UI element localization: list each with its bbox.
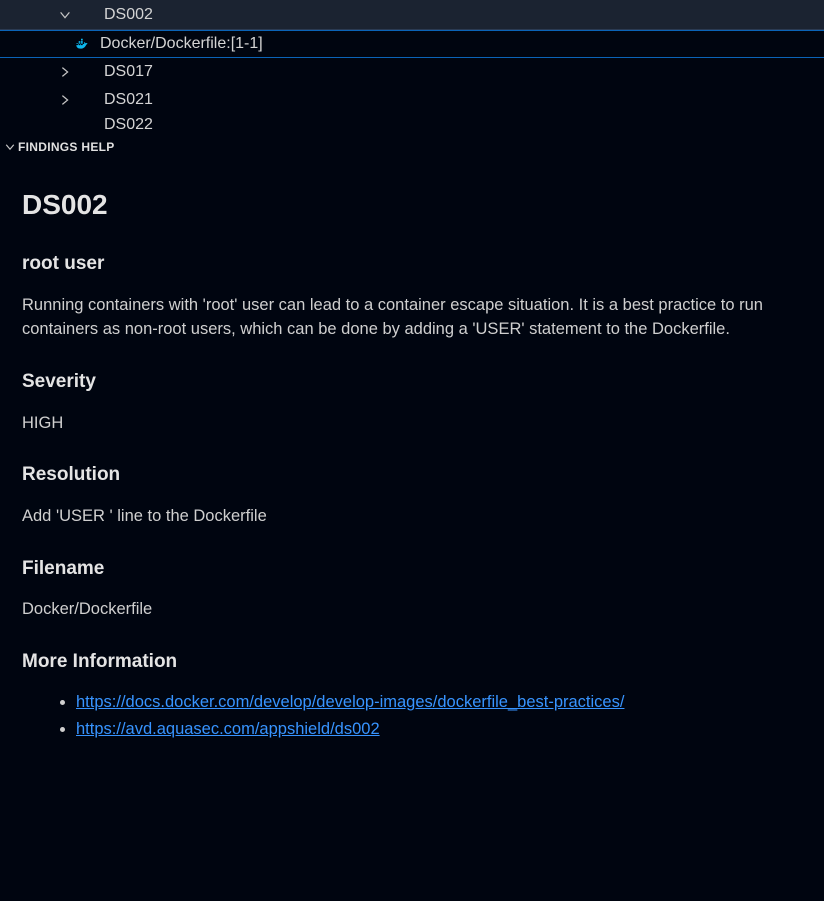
findings-tree: DS002 Docker/Dockerfile:[1-1] DS017 DS02… — [0, 0, 824, 134]
tree-item-label: DS021 — [104, 91, 153, 109]
finding-title: root user — [22, 250, 802, 279]
list-item: https://avd.aquasec.com/appshield/ds002 — [76, 717, 802, 742]
severity-heading: Severity — [22, 368, 802, 397]
chevron-right-icon — [56, 63, 74, 81]
filename-heading: Filename — [22, 555, 802, 584]
tree-item-label: DS002 — [104, 6, 153, 24]
finding-id: DS002 — [22, 184, 802, 226]
tree-row-ds021[interactable]: DS021 — [0, 86, 824, 114]
tree-row-ds002[interactable]: DS002 — [0, 0, 824, 30]
tree-row-ds017[interactable]: DS017 — [0, 58, 824, 86]
filename-value: Docker/Dockerfile — [22, 597, 802, 622]
more-info-list: https://docs.docker.com/develop/develop-… — [22, 690, 802, 742]
tree-file-label: Docker/Dockerfile:[1-1] — [100, 35, 263, 53]
findings-help-header[interactable]: FINDINGS HELP — [0, 134, 824, 160]
chevron-down-icon — [2, 139, 18, 155]
finding-detail: DS002 root user Running containers with … — [0, 160, 824, 764]
more-info-heading: More Information — [22, 648, 802, 677]
more-info-link[interactable]: https://avd.aquasec.com/appshield/ds002 — [76, 720, 380, 738]
tree-item-label: DS022 — [104, 116, 153, 134]
resolution-value: Add 'USER ' line to the Dockerfile — [22, 504, 802, 529]
severity-value: HIGH — [22, 411, 802, 436]
list-item: https://docs.docker.com/develop/develop-… — [76, 690, 802, 715]
more-info-link[interactable]: https://docs.docker.com/develop/develop-… — [76, 693, 624, 711]
docker-icon — [72, 35, 90, 53]
tree-row-file[interactable]: Docker/Dockerfile:[1-1] — [0, 30, 824, 58]
tree-row-ds022[interactable]: DS022 — [0, 114, 824, 134]
chevron-down-icon — [56, 6, 74, 24]
finding-description: Running containers with 'root' user can … — [22, 293, 802, 343]
resolution-heading: Resolution — [22, 461, 802, 490]
tree-item-label: DS017 — [104, 63, 153, 81]
section-title: FINDINGS HELP — [18, 140, 115, 154]
chevron-right-icon — [56, 91, 74, 109]
